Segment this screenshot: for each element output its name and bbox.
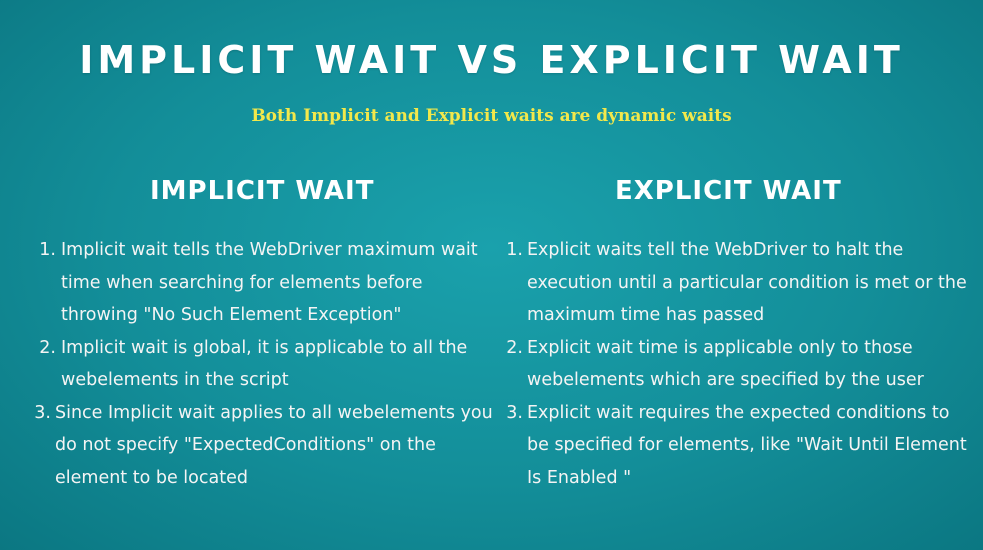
list-item-number: 1.: [506, 240, 523, 260]
list-item-number: 2.: [506, 337, 523, 358]
list-item: 1. Implicit wait tells the WebDriver max…: [33, 234, 498, 332]
implicit-wait-heading: IMPLICIT WAIT: [150, 176, 375, 206]
list-item-number: 1.: [39, 240, 56, 260]
list-item-text: Implicit wait is global, it is applicabl…: [61, 337, 468, 391]
slide: IMPLICIT WAIT VS EXPLICIT WAIT Both Impl…: [0, 0, 983, 550]
list-item-number: 3.: [34, 402, 51, 423]
list-item-text: Explicit wait time is applicable only to…: [527, 337, 924, 391]
list-item: 1. Explicit waits tell the WebDriver to …: [505, 234, 975, 332]
list-item: 2. Explicit wait time is applicable only…: [505, 332, 975, 397]
implicit-wait-list: 1. Implicit wait tells the WebDriver max…: [33, 234, 498, 494]
list-item: 3. Since Implicit wait applies to all we…: [33, 397, 498, 495]
list-item-text: Since Implicit wait applies to all webel…: [55, 402, 493, 488]
slide-subtitle: Both Implicit and Explicit waits are dyn…: [251, 106, 732, 126]
list-item: 2. Implicit wait is global, it is applic…: [33, 332, 498, 397]
list-item-number: 3.: [506, 402, 523, 423]
list-item: 3. Explicit wait requires the expected c…: [505, 397, 975, 495]
list-item-text: Implicit wait tells the WebDriver maximu…: [61, 240, 478, 325]
explicit-wait-list: 1. Explicit waits tell the WebDriver to …: [505, 234, 975, 494]
list-item-text: Explicit wait requires the expected cond…: [527, 402, 967, 488]
slide-title: IMPLICIT WAIT VS EXPLICIT WAIT: [79, 38, 904, 82]
list-item-number: 2.: [39, 337, 56, 358]
list-item-text: Explicit waits tell the WebDriver to hal…: [527, 240, 967, 325]
explicit-wait-heading: EXPLICIT WAIT: [615, 176, 842, 206]
